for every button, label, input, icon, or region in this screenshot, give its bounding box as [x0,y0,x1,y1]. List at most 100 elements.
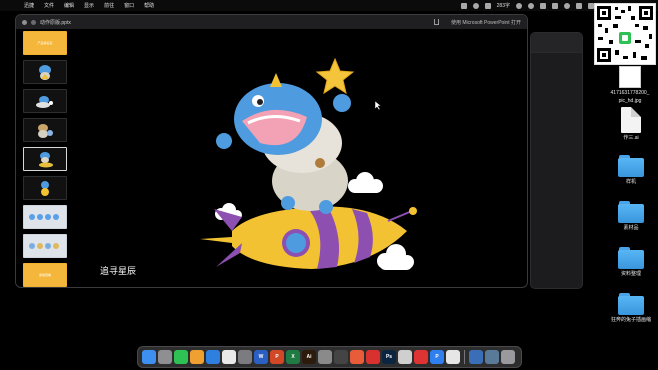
slide-preview: 追寻星辰 [82,31,527,287]
app-icon[interactable] [190,350,204,364]
excel-icon[interactable]: X [286,350,300,364]
qr-code-icon [597,6,653,62]
desktop-file-ai[interactable]: 作三.ai [605,107,657,141]
astronaut-character [216,73,351,214]
slide-caption: 追寻星辰 [100,267,137,277]
slide-thumb-3[interactable] [23,89,67,113]
photoshop-icon[interactable]: Ps [382,350,396,364]
desktop-folder-1[interactable]: 样机 [605,155,657,185]
menu-item-file[interactable]: 文件 [44,2,54,9]
slide-thumb-7[interactable] [23,205,67,229]
folder-label: 样机 [625,179,636,185]
keyboard-icon[interactable] [576,2,582,9]
mail-icon[interactable] [552,2,558,9]
app-icon[interactable] [398,350,412,364]
character-icon [41,181,49,196]
character-icon [36,96,53,108]
trash-icon[interactable] [501,350,515,364]
app-icon[interactable] [469,350,483,364]
slide-thumb-1[interactable]: 产品特征表 [23,31,67,55]
character-icon [39,65,51,80]
finder-icon[interactable] [142,350,156,364]
file-name: 动作原版.pptx [40,19,71,26]
wechat-icon[interactable] [174,350,188,364]
share-icon[interactable] [434,19,439,25]
settings-icon[interactable] [238,350,252,364]
word-count-text[interactable]: 283字 [497,2,510,9]
document-icon [31,19,36,25]
desktop-file-label: 作三.ai [623,135,639,141]
slide-thumb-4[interactable] [23,118,67,142]
app-icon[interactable] [318,350,332,364]
menu-item-window[interactable]: 窗口 [124,2,134,9]
slide-thumb-8[interactable] [23,234,67,258]
dock-separator [464,350,465,364]
desktop-folder-2[interactable]: 素材品 [605,201,657,231]
apple-icon[interactable] [8,2,14,9]
presentation-window: 动作原版.pptx 使用 Microsoft PowerPoint 打开 产品特… [15,14,528,288]
word-icon[interactable]: W [254,350,268,364]
folder-icon [618,247,644,269]
status-app-icon[interactable] [564,2,570,9]
mouse-cursor-icon [374,100,382,111]
app-icon[interactable] [414,350,428,364]
star-icon [315,57,355,95]
cloud-icon [348,172,383,193]
app-status-icon[interactable] [484,2,491,9]
wechat-status-icon[interactable] [472,2,479,9]
safari-icon[interactable] [206,350,220,364]
desktop-file-label: 4171631778200_ [610,90,650,96]
folder-icon [618,293,644,315]
screen-icon[interactable] [540,2,546,9]
desktop-file-qr-image[interactable]: 4171631778200_ pic_hd.jpg [604,66,656,104]
desktop-folder-3[interactable]: 资料整理 [605,247,657,277]
desktop-folder-4[interactable]: 狂奔的兔子插画缩 [605,293,657,323]
menu-bar: 迅捷 文件 编辑 显示 前往 窗口 帮助 283字 [0,0,658,11]
powerpoint-icon[interactable]: P [270,350,284,364]
launchpad-icon[interactable] [158,350,172,364]
desktop-file-label-line2: pic_hd.jpg [618,98,642,104]
app-icon[interactable] [350,350,364,364]
icons-row [29,214,59,220]
slide-thumb-9-title: 谢谢观看 [38,273,51,277]
open-with-powerpoint-button[interactable]: 使用 Microsoft PowerPoint 打开 [451,19,521,26]
slide-thumb-5-selected[interactable] [23,147,67,171]
slide-thumb-9[interactable]: 谢谢观看 [23,263,67,287]
folder-icon [618,201,644,223]
qr-code-image[interactable] [594,3,656,65]
character-icon [39,152,53,168]
app-icon[interactable] [446,350,460,364]
astronaut-rocket-illustration [200,57,417,270]
folder-label: 素材品 [623,225,639,231]
ai-file-icon [621,107,641,133]
slide-thumb-2[interactable] [23,60,67,84]
close-button[interactable] [22,19,27,25]
menu-item-edit[interactable]: 编辑 [64,2,74,9]
window-titlebar[interactable]: 动作原版.pptx 使用 Microsoft PowerPoint 打开 [16,15,527,29]
menu-item-help[interactable]: 帮助 [144,2,154,9]
chrome-icon[interactable] [222,350,236,364]
timer-icon[interactable] [528,2,534,9]
folder-label: 资料整理 [620,271,641,277]
background-window-titlebar[interactable] [531,33,582,53]
slide-thumb-6[interactable] [23,176,67,200]
app-icon[interactable] [334,350,348,364]
folder-label: 狂奔的兔子插画缩 [610,317,651,323]
illustrator-icon[interactable]: Ai [302,350,316,364]
sync-icon[interactable] [460,2,467,9]
menu-item-go[interactable]: 前往 [104,2,114,9]
app-icon[interactable]: P [430,350,444,364]
slide-thumb-1-title: 产品特征表 [37,41,53,45]
background-window[interactable] [530,32,583,289]
netease-music-icon[interactable] [366,350,380,364]
image-file-icon [619,66,641,88]
icons-row [29,243,59,249]
record-icon[interactable] [516,2,522,9]
slide-thumbnails: 产品特征表 谢谢观看 [20,31,70,287]
menu-item-app[interactable]: 迅捷 [24,2,34,9]
menu-item-view[interactable]: 显示 [84,2,94,9]
app-icon[interactable] [485,350,499,364]
dock: W P X Ai Ps P [137,346,522,368]
character-icon [38,124,53,138]
folder-icon [618,155,644,177]
